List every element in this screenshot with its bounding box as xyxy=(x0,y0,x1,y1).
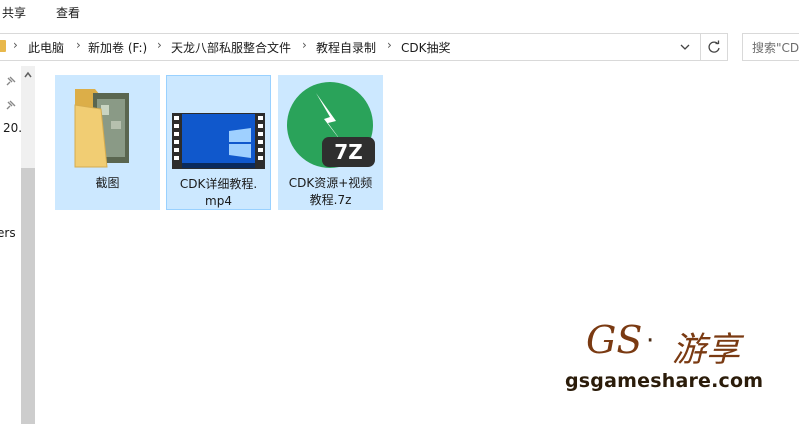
watermark-cn: 游享 xyxy=(672,330,740,370)
folder-icon xyxy=(74,89,129,168)
file-item-video[interactable]: CDK详细教程. mp4 xyxy=(166,75,271,210)
tab-share[interactable]: 共享 xyxy=(2,4,26,21)
breadcrumb-this-pc[interactable]: 此电脑 xyxy=(28,39,64,56)
nav-item-label[interactable]: ers xyxy=(0,226,16,240)
ribbon: 共享 查看 xyxy=(0,0,799,27)
search-input[interactable]: 搜索"CD xyxy=(742,33,799,61)
file-item-folder[interactable]: 截图 xyxy=(55,75,160,210)
refresh-icon xyxy=(708,40,720,53)
pin-icon[interactable] xyxy=(4,100,16,112)
file-name-line1: CDK详细教程. xyxy=(179,177,258,191)
chevron-right-icon[interactable]: › xyxy=(387,38,392,52)
watermark-url: gsgameshare.com xyxy=(565,370,764,392)
file-name-line1: CDK资源+视频 xyxy=(288,176,373,190)
search-placeholder: 搜索"CD xyxy=(752,41,799,55)
nav-scrollbar-thumb[interactable] xyxy=(21,168,35,424)
file-name: CDK详细教程. mp4 xyxy=(167,176,270,210)
file-name-line2: 教程.7z xyxy=(309,193,352,207)
chevron-right-icon[interactable]: › xyxy=(13,38,18,52)
folder-icon xyxy=(0,40,6,52)
breadcrumb-current[interactable]: CDK抽奖 xyxy=(401,39,451,56)
chevron-right-icon[interactable]: › xyxy=(157,38,162,52)
chevron-right-icon[interactable]: › xyxy=(302,38,307,52)
file-name: CDK资源+视频 教程.7z xyxy=(278,175,383,209)
scroll-up-icon[interactable] xyxy=(23,70,33,80)
breadcrumb-folder[interactable]: 天龙八部私服整合文件 xyxy=(171,39,291,56)
watermark-dot: · xyxy=(646,326,655,356)
refresh-button[interactable] xyxy=(700,33,728,61)
chevron-right-icon[interactable]: › xyxy=(76,38,81,52)
breadcrumb-drive[interactable]: 新加卷 (F:) xyxy=(88,39,147,56)
video-file-icon xyxy=(172,113,265,169)
7z-badge: 7Z xyxy=(334,140,363,164)
breadcrumb-subfolder[interactable]: 教程自录制 xyxy=(316,39,376,56)
nav-item-label[interactable]: 20. xyxy=(3,121,22,135)
file-item-7z[interactable]: 7Z CDK资源+视频 教程.7z xyxy=(278,75,383,210)
file-name: 截图 xyxy=(95,176,120,190)
file-name-line2: mp4 xyxy=(205,194,232,208)
tab-view[interactable]: 查看 xyxy=(56,4,80,21)
chevron-down-icon[interactable] xyxy=(676,38,694,56)
pin-icon[interactable] xyxy=(4,76,16,88)
watermark-brand: GS xyxy=(586,318,643,362)
watermark-logo: GS · 游享 xyxy=(580,318,760,370)
address-bar[interactable]: › 此电脑 › 新加卷 (F:) › 天龙八部私服整合文件 › 教程自录制 › … xyxy=(0,33,701,61)
address-row: › 此电脑 › 新加卷 (F:) › 天龙八部私服整合文件 › 教程自录制 › … xyxy=(0,26,799,66)
